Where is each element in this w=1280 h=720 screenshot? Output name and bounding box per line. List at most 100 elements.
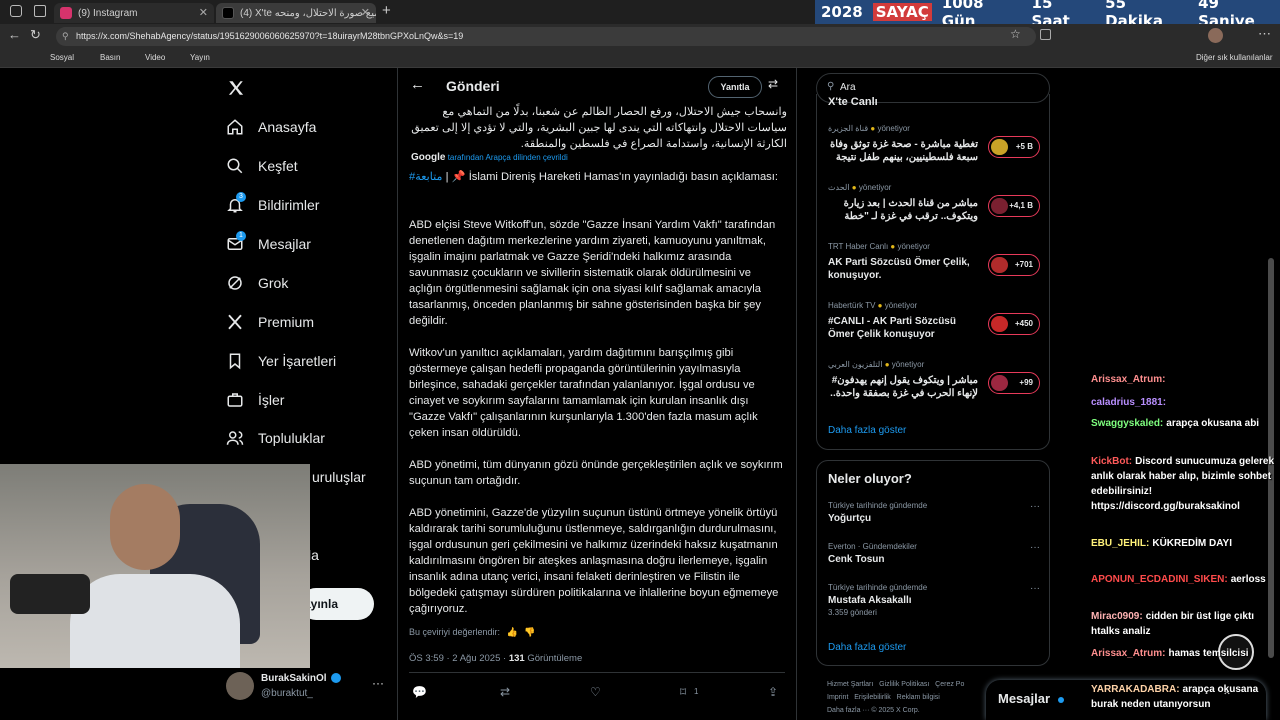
chat-text: aerloss: [1230, 574, 1266, 585]
nav-notifications-label: Bildirimler: [258, 197, 320, 213]
menu-icon[interactable]: ⋯: [1258, 26, 1271, 42]
post-header: ← Gönderi Yanıtla ⇄: [398, 68, 796, 106]
translated-note[interactable]: tarafından Arapça dilinden çevrildi: [448, 153, 568, 162]
trend-item[interactable]: Türkiye tarihinde gündemde Mustafa Aksaka…: [828, 583, 1040, 617]
nav-notifications[interactable]: 3 Bildirimler: [226, 190, 319, 220]
share-icon[interactable]: ⇪: [768, 685, 778, 699]
footer-ads[interactable]: Reklam bilgisi: [897, 694, 940, 701]
refresh-icon[interactable]: ↻: [30, 27, 41, 43]
nav-premium-label: Premium: [258, 314, 315, 330]
url-field[interactable]: ⚲ https://x.com/ShehabAgency/status/1951…: [56, 27, 1036, 46]
site-info-icon[interactable]: ⚲: [62, 27, 69, 46]
reply-icon[interactable]: 💬: [412, 685, 427, 699]
live-source: TRT Haber Canlı ● yönetiyor: [828, 242, 1040, 251]
more-icon[interactable]: ···: [1030, 542, 1040, 553]
trend-item[interactable]: Everton · Gündemdekiler Cenk Tosun ···: [828, 542, 1040, 567]
tab-x-post[interactable]: (4) X'te تجميع صورة الاحتلال، ومنحه ✕: [216, 3, 376, 23]
grok-icon: [228, 276, 242, 290]
tab-actions-icon[interactable]: [34, 5, 46, 17]
live-listeners[interactable]: +450: [988, 313, 1040, 335]
trends-show-more[interactable]: Daha fazla göster: [828, 642, 906, 653]
chat-username: Mirac0909:: [1091, 611, 1143, 622]
bookmark-icon[interactable]: ⌑: [680, 685, 686, 699]
trend-item[interactable]: Türkiye tarihinde gündemde Yoğurtçu ···: [828, 501, 1040, 526]
reply-button[interactable]: Yanıtla: [708, 76, 762, 98]
live-host-avatar: [991, 139, 1008, 155]
workspaces-icon[interactable]: [10, 5, 22, 17]
x-logo-icon[interactable]: [227, 79, 245, 97]
live-item[interactable]: قناة الجزيرة ● yönetiyor تغطية مباشرة - ص…: [828, 124, 1040, 180]
bookmark-video[interactable]: Video: [145, 53, 165, 62]
footer-terms[interactable]: Hizmet Şartları: [827, 681, 873, 688]
footer-cookies[interactable]: Çerez Po: [935, 681, 964, 688]
verified-icon: ●: [890, 242, 896, 251]
live-source: التلفزيون العربي ● yönetiyor: [828, 360, 1040, 369]
live-listeners[interactable]: +4,1 B: [988, 195, 1040, 217]
like-icon[interactable]: ♡: [590, 685, 601, 699]
bookmark-sosyal[interactable]: Sosyal: [50, 53, 74, 62]
search-input[interactable]: Ara: [840, 82, 856, 93]
thumbs-up-icon[interactable]: 👍: [507, 627, 518, 637]
back-icon[interactable]: ←: [8, 27, 21, 42]
close-icon[interactable]: ✕: [199, 6, 208, 19]
more-icon[interactable]: ···: [1030, 583, 1040, 594]
more-icon[interactable]: ···: [372, 676, 384, 690]
bookmark-icon: [229, 353, 241, 370]
trend-category: Türkiye tarihinde gündemde: [828, 501, 928, 510]
page-title: Gönderi: [446, 78, 500, 94]
nav-grok-label: Grok: [258, 275, 289, 291]
nav-jobs[interactable]: İşler: [226, 385, 284, 415]
footer-accessibility[interactable]: Erişilebilirlik: [854, 694, 891, 701]
more-icon[interactable]: ···: [1030, 501, 1040, 512]
x-logo-icon: [222, 7, 234, 19]
live-item[interactable]: TRT Haber Canlı ● yönetiyor AK Parti Sözc…: [828, 242, 1040, 298]
account-switcher[interactable]: BurakSakinOl @buraktut_ ···: [226, 670, 386, 704]
bookmark-yayin[interactable]: Yayın: [190, 53, 210, 62]
bookmark-basin[interactable]: Basın: [100, 53, 120, 62]
live-listeners[interactable]: +701: [988, 254, 1040, 276]
live-listeners[interactable]: +99: [988, 372, 1040, 394]
post-paragraph: ABD yönetimini, Gazze'de yüzyılın suçunu…: [409, 507, 779, 615]
back-arrow-icon[interactable]: ←: [410, 76, 425, 93]
post-button[interactable]: ayınla: [300, 588, 374, 620]
repost-icon[interactable]: ⇄: [500, 685, 510, 699]
live-item[interactable]: Habertürk TV ● yönetiyor #CANLI - AK Part…: [828, 301, 1040, 357]
profile-avatar[interactable]: [1208, 28, 1223, 43]
footer-imprint[interactable]: Imprint: [827, 694, 848, 701]
footer-privacy[interactable]: Gizlilik Politikası: [879, 681, 929, 688]
chat-username: YARRAKADABRA:: [1091, 684, 1180, 695]
live-listeners[interactable]: +5 B: [988, 136, 1040, 158]
trend-title: Mustafa Aksakallı: [828, 595, 912, 606]
extensions-icon[interactable]: [1040, 29, 1051, 40]
nav-communities[interactable]: Topluluklar: [226, 423, 325, 453]
nav-bookmarks[interactable]: Yer İşaretleri: [226, 346, 336, 376]
tab-instagram[interactable]: (9) Instagram ✕: [54, 3, 214, 23]
chat-text: hamas temsilcisi: [1168, 648, 1249, 659]
live-show-more[interactable]: Daha fazla göster: [828, 425, 906, 436]
nav-home[interactable]: Anasayfa: [226, 112, 316, 142]
live-count: +99: [1019, 378, 1033, 387]
other-bookmarks[interactable]: Diğer sık kullanılanlar: [1196, 53, 1272, 62]
thumbs-down-icon[interactable]: 👎: [524, 627, 535, 637]
nav-grok[interactable]: Grok: [226, 268, 288, 298]
people-icon: [226, 431, 244, 445]
live-item[interactable]: الحدث ● yönetiyor مباشر من قناة الحدث | ب…: [828, 183, 1040, 239]
hashtag-link[interactable]: #متابعة: [409, 171, 443, 183]
filter-icon[interactable]: ⇄: [768, 77, 778, 91]
countdown-label: SAYAÇ: [872, 3, 932, 21]
nav-messages[interactable]: 1 Mesajlar: [226, 229, 311, 259]
new-tab-icon[interactable]: +: [382, 2, 391, 19]
nav-premium[interactable]: Premium: [226, 307, 314, 337]
post-time[interactable]: ÖS 3:59 · 2 Ağu 2025 ·: [409, 653, 509, 664]
nav-explore-label: Keşfet: [258, 158, 298, 174]
messages-badge: 1: [236, 231, 246, 241]
close-icon[interactable]: ✕: [361, 6, 370, 19]
google-logo: Google: [411, 152, 446, 163]
favorite-star-icon[interactable]: ☆: [1010, 27, 1021, 41]
live-title: مباشر | ويتكوف يقول إنهم يهدفون# لإنهاء …: [830, 375, 978, 399]
nav-explore[interactable]: Keşfet: [226, 151, 298, 181]
footer-more[interactable]: Daha fazla ···: [827, 707, 869, 714]
countdown-overlay: 2028 SAYAÇ 1008 Gün 15 Saat 55 Dakika 49…: [815, 0, 1280, 30]
live-item[interactable]: التلفزيون العربي ● yönetiyor مباشر | ويتك…: [828, 360, 1040, 416]
nav-organizations[interactable]: uruluşlar: [312, 462, 366, 492]
